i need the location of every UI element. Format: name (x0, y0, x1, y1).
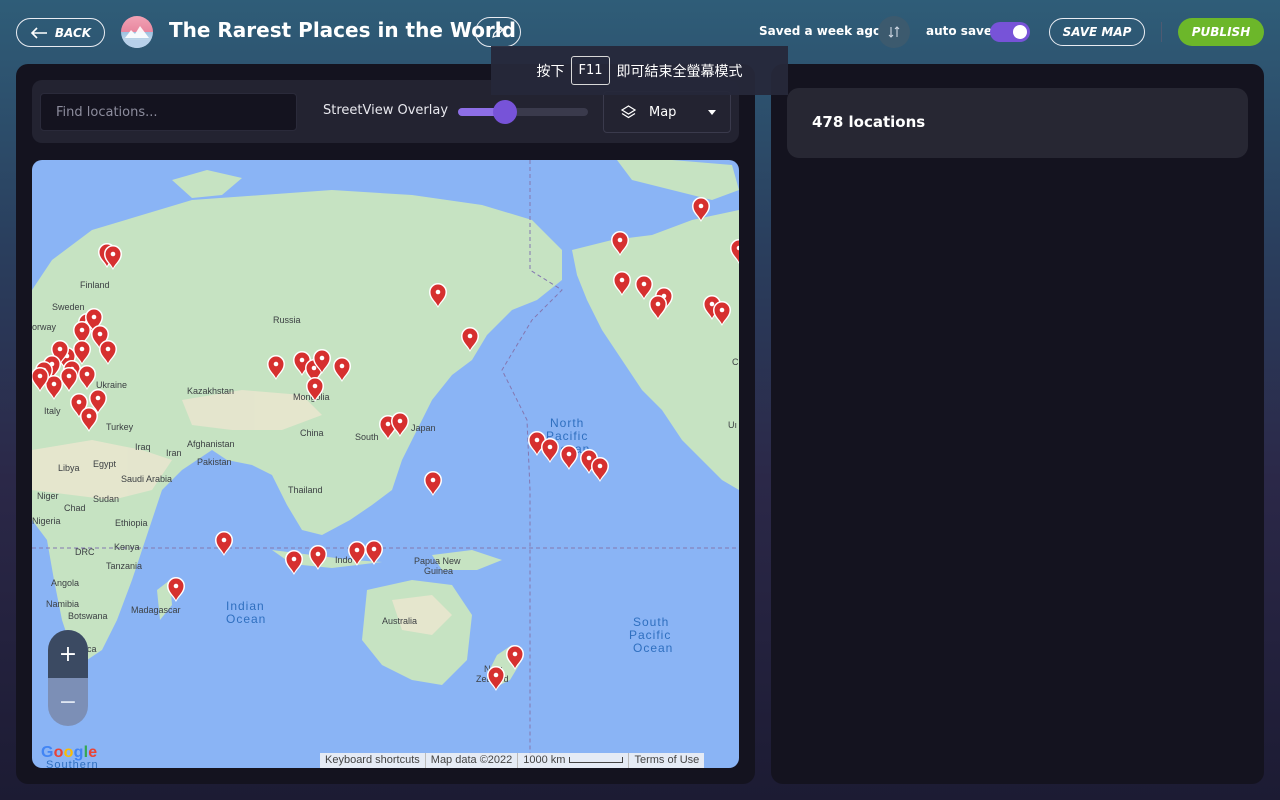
streetview-overlay-label: StreetView Overlay (323, 103, 449, 118)
label-spac-3: Ocean (633, 641, 673, 655)
label-indonesia: Indo (335, 555, 353, 565)
label-turkey: Turkey (106, 422, 134, 432)
chevron-down-icon (708, 110, 716, 115)
label-indian-2: Ocean (226, 612, 266, 626)
map-data-text: Map data ©2022 (424, 753, 518, 768)
locations-panel (771, 64, 1264, 784)
label-russia: Russia (273, 315, 301, 325)
label-indian-1: Indian (226, 599, 265, 613)
label-south: South (355, 432, 379, 442)
publish-button[interactable]: PUBLISH (1178, 18, 1264, 46)
location-pin (541, 438, 559, 463)
map-type-select[interactable]: Map (603, 91, 731, 133)
label-tanzania: Tanzania (106, 561, 142, 571)
save-map-button[interactable]: SAVE MAP (1049, 18, 1145, 46)
label-thailand: Thailand (288, 485, 323, 495)
google-logo-letter: o (53, 744, 64, 761)
terms-link[interactable]: Terms of Use (628, 753, 704, 768)
header-divider (1161, 22, 1162, 42)
label-italy: Italy (44, 406, 61, 416)
saved-status: Saved a week ago (759, 24, 882, 38)
sort-arrows-icon (888, 26, 900, 38)
google-logo: Google (41, 744, 97, 762)
label-npac-1: North (550, 416, 584, 430)
scale-bar (569, 757, 624, 764)
label-chad: Chad (64, 503, 86, 513)
label-spac-2: Pacific (629, 628, 671, 642)
label-japan: Japan (411, 423, 436, 433)
map-avatar (121, 16, 153, 48)
location-pin (591, 457, 609, 482)
label-norway: orway (32, 322, 57, 332)
label-iran: Iran (166, 448, 182, 458)
label-angola: Angola (51, 578, 79, 588)
label-namibia: Namibia (46, 599, 79, 609)
label-sweden: Sweden (52, 302, 85, 312)
zoom-controls: + − (48, 630, 88, 726)
label-papua-1: Papua New (414, 556, 461, 566)
hint-prefix: 按下 (536, 63, 565, 80)
google-logo-letter: G (41, 744, 54, 761)
map-canvas[interactable]: Finland Sweden orway Russia Ukraine Kaza… (32, 160, 739, 768)
location-pin (487, 666, 505, 691)
back-button-label: BACK (54, 25, 92, 40)
label-botswana: Botswana (68, 611, 108, 621)
back-button[interactable]: BACK (16, 18, 105, 47)
location-pin (215, 531, 233, 556)
label-drc: DRC (75, 547, 95, 557)
label-ukraine: Ukraine (96, 380, 127, 390)
map-type-label: Map (649, 104, 677, 120)
fullscreen-exit-hint: 按下 F11 即可結束全螢幕模式 (491, 46, 788, 95)
keyboard-shortcuts-link[interactable]: Keyboard shortcuts (320, 753, 425, 768)
label-pakistan: Pakistan (197, 457, 232, 467)
hint-suffix: 即可結束全螢幕模式 (616, 63, 743, 80)
location-pin (560, 445, 578, 470)
label-madagascar: Madagascar (131, 605, 181, 615)
label-ethiopia: Ethiopia (115, 518, 148, 528)
label-us: Uı (728, 420, 737, 430)
label-finland: Finland (80, 280, 110, 290)
label-iraq: Iraq (135, 442, 151, 452)
edit-title-button[interactable] (475, 17, 521, 47)
key-badge: F11 (571, 56, 610, 85)
label-saudi: Saudi Arabia (121, 474, 172, 484)
google-logo-letter: g (73, 744, 84, 761)
arrow-left-icon (30, 26, 47, 39)
slider-thumb[interactable] (492, 100, 517, 124)
label-egypt: Egypt (93, 459, 117, 469)
google-logo-letter: o (63, 744, 74, 761)
page-title: The Rarest Places in the World (169, 18, 516, 42)
find-locations-input[interactable] (40, 93, 297, 131)
label-spac-1: South (633, 615, 669, 629)
toggle-knob (1013, 25, 1027, 39)
google-logo-letter: e (88, 744, 98, 761)
label-kazakhstan: Kazakhstan (187, 386, 234, 396)
scale-label: 1000 km (523, 754, 566, 766)
locations-count: 478 locations (812, 113, 926, 131)
label-australia: Australia (382, 616, 417, 626)
pencil-icon (492, 26, 504, 38)
label-niger: Niger (37, 491, 59, 501)
autosave-toggle[interactable] (990, 22, 1030, 42)
label-afghanistan: Afghanistan (187, 439, 235, 449)
layers-icon (620, 104, 637, 121)
scale-indicator[interactable]: 1000 km (517, 753, 628, 768)
label-china: China (300, 428, 324, 438)
label-kenya: Kenya (114, 542, 140, 552)
zoom-out-button[interactable]: − (48, 678, 88, 726)
map-attribution: Keyboard shortcuts Map data ©2022 1000 k… (320, 753, 705, 768)
autosave-label: auto save (926, 24, 992, 38)
label-papua-2: Guinea (424, 566, 453, 576)
label-nigeria: Nigeria (32, 516, 61, 526)
history-button[interactable] (878, 16, 910, 48)
location-pin (285, 550, 303, 575)
label-sudan: Sudan (93, 494, 119, 504)
world-map[interactable]: Finland Sweden orway Russia Ukraine Kaza… (32, 160, 739, 768)
label-libya: Libya (58, 463, 80, 473)
label-canada: C (732, 357, 739, 367)
zoom-in-button[interactable]: + (48, 630, 88, 678)
location-pin (424, 471, 442, 496)
